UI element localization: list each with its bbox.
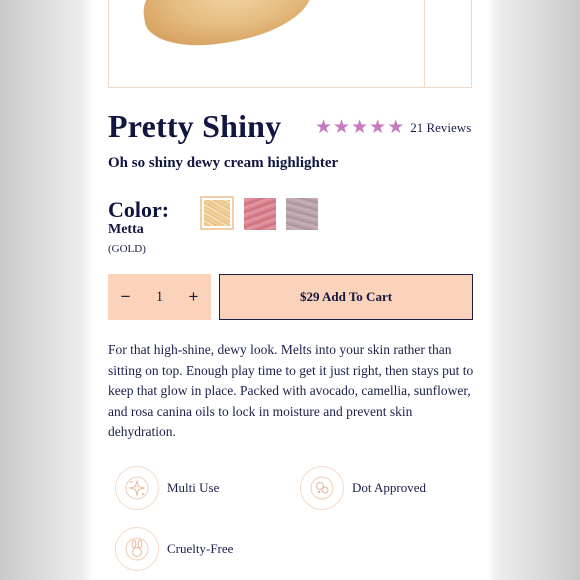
star-icon: ★ bbox=[369, 117, 387, 138]
feature-label: Multi Use bbox=[167, 480, 220, 495]
quantity-value[interactable]: 1 bbox=[156, 289, 164, 306]
feature-label: Dot Approved bbox=[352, 480, 427, 495]
product-swatch-image bbox=[138, 0, 318, 54]
swatch-mauve[interactable] bbox=[286, 198, 318, 230]
image-divider bbox=[424, 0, 425, 87]
sparkle-icon bbox=[115, 466, 159, 510]
color-swatches bbox=[200, 196, 318, 230]
bunny-icon bbox=[115, 527, 159, 571]
product-description: For that high-shine, dewy look. Melts in… bbox=[108, 342, 474, 440]
star-icon: ★ bbox=[387, 117, 405, 138]
quantity-stepper: − 1 + bbox=[108, 274, 211, 320]
product-subtitle: Oh so shiny dewy cream highlighter bbox=[108, 155, 339, 171]
star-icon: ★ bbox=[351, 117, 369, 138]
swatch-gold[interactable] bbox=[200, 196, 234, 230]
reviews-link[interactable]: 21 Reviews bbox=[410, 120, 471, 136]
product-image-frame bbox=[108, 0, 472, 88]
rating[interactable]: ★ ★ ★ ★ ★ 21 Reviews bbox=[315, 118, 471, 137]
feature-label: Cruelty-Free bbox=[167, 541, 234, 556]
add-to-cart-button[interactable]: $29 Add To Cart bbox=[219, 274, 473, 320]
feature-multi-use: Multi Use bbox=[115, 466, 219, 510]
star-icon: ★ bbox=[333, 117, 351, 138]
swatch-pink[interactable] bbox=[244, 198, 276, 230]
increase-quantity-button[interactable]: + bbox=[188, 287, 198, 307]
selected-color-name: Metta bbox=[108, 222, 144, 237]
product-page: Pretty Shiny ★ ★ ★ ★ ★ 21 Reviews Oh so … bbox=[93, 0, 489, 580]
color-label: Color: bbox=[108, 197, 170, 222]
feature-cruelty-free: Cruelty-Free bbox=[115, 527, 233, 571]
rating-stars: ★ ★ ★ ★ ★ bbox=[315, 118, 404, 137]
selected-color-code: (GOLD) bbox=[108, 243, 146, 255]
decrease-quantity-button[interactable]: − bbox=[121, 287, 131, 307]
product-title: Pretty Shiny bbox=[108, 108, 282, 144]
dot-approved-icon bbox=[300, 466, 344, 510]
feature-dot-approved: Dot Approved bbox=[300, 466, 426, 510]
star-icon: ★ bbox=[315, 117, 333, 138]
